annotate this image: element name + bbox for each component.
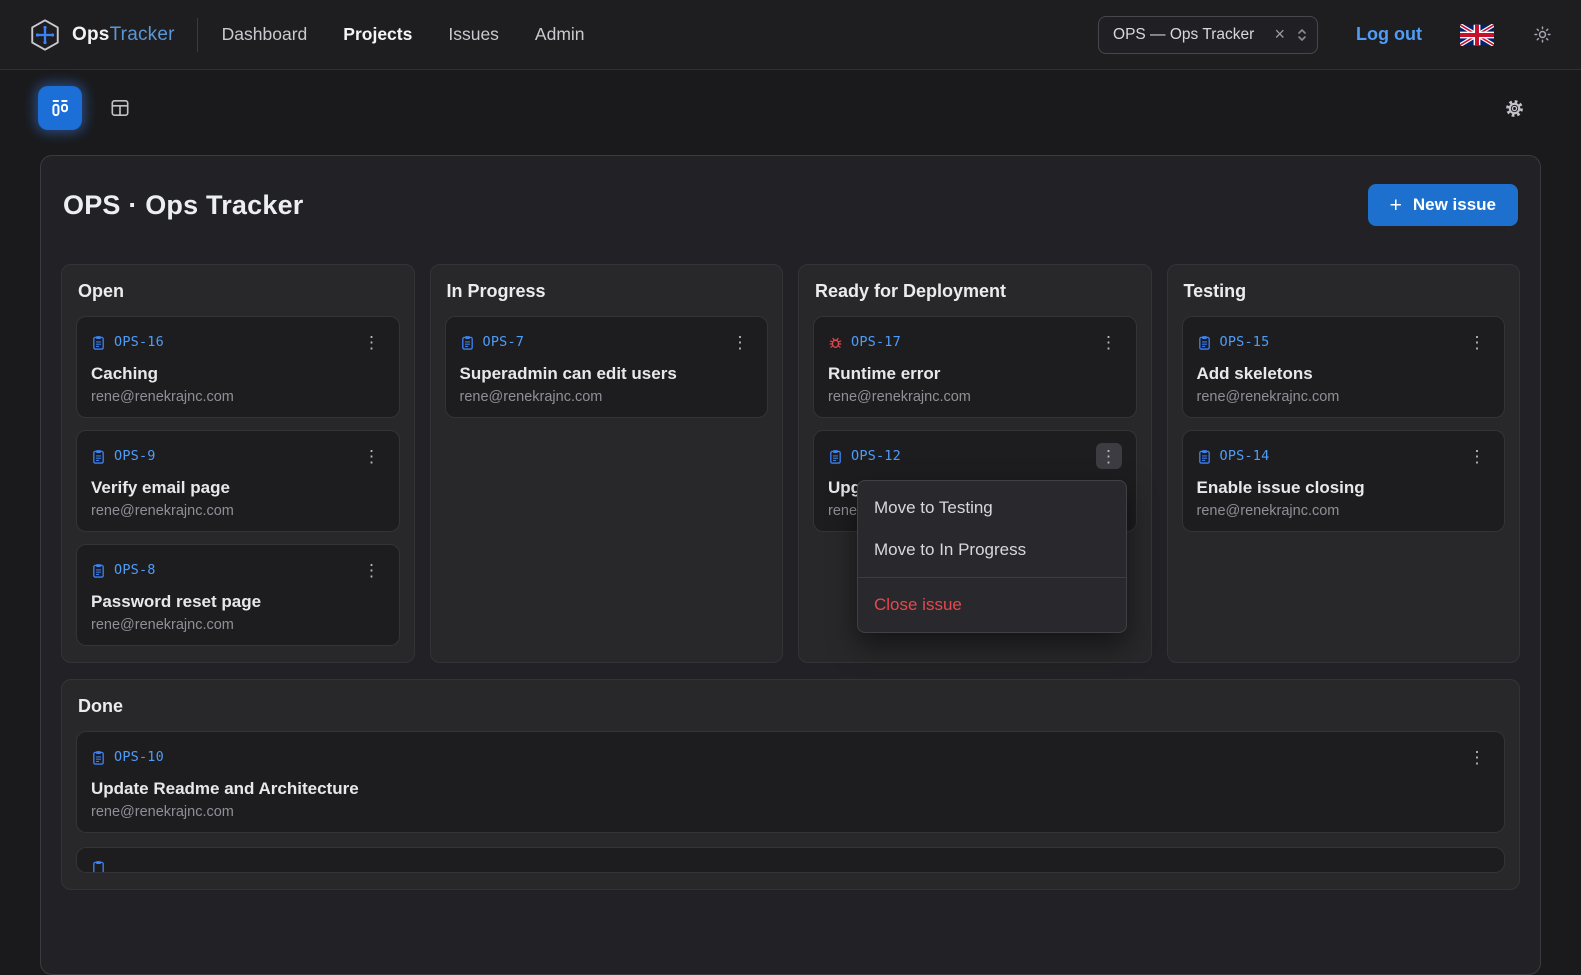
column-open: Open OPS-16 ⋮ Caching rene@renekrajnc.co… xyxy=(61,264,415,663)
issue-id-link[interactable]: OPS-10 xyxy=(91,749,164,765)
issue-card[interactable]: OPS-9 ⋮ Verify email page rene@renekrajn… xyxy=(76,430,400,532)
issue-id-link[interactable]: OPS-17 xyxy=(828,334,901,350)
issue-card[interactable]: OPS-14 ⋮ Enable issue closing rene@renek… xyxy=(1181,430,1505,532)
nav-link-dashboard[interactable]: Dashboard xyxy=(222,24,308,45)
issue-card[interactable]: OPS-8 ⋮ Password reset page rene@renekra… xyxy=(76,544,400,646)
task-icon xyxy=(1197,449,1212,464)
task-icon xyxy=(828,449,843,464)
nav-link-projects[interactable]: Projects xyxy=(343,24,412,45)
kebab-menu-icon[interactable]: ⋮ xyxy=(359,329,385,355)
issue-title: Add skeletons xyxy=(1196,364,1313,383)
issue-assignee: rene@renekrajnc.com xyxy=(91,389,234,405)
task-icon xyxy=(91,750,106,765)
page-title: OPS · Ops Tracker xyxy=(63,189,304,220)
kebab-menu-icon[interactable]: ⋮ xyxy=(1464,329,1490,355)
issue-id-link[interactable]: OPS-8 xyxy=(91,562,156,578)
kanban-columns: Open OPS-16 ⋮ Caching rene@renekrajnc.co… xyxy=(61,264,1520,663)
brand-logo[interactable]: OpsTracker xyxy=(28,18,175,52)
issue-assignee: rene@renekrajnc.com xyxy=(1196,389,1340,405)
column-title: Ready for Deployment xyxy=(815,281,1007,301)
card-context-menu: Move to Testing Move to In Progress Clos… xyxy=(857,480,1127,633)
issue-card-partial[interactable] xyxy=(76,847,1505,873)
issue-card[interactable]: OPS-10 ⋮ Update Readme and Architecture … xyxy=(76,731,1505,833)
issue-id-link[interactable]: OPS-9 xyxy=(91,448,156,464)
column-title: Done xyxy=(78,696,123,716)
column-title: Testing xyxy=(1183,281,1247,301)
nav-link-admin[interactable]: Admin xyxy=(535,24,585,45)
view-toolbar xyxy=(0,70,1581,130)
issue-card[interactable]: OPS-17 ⋮ Runtime error rene@renekrajnc.c… xyxy=(813,316,1137,418)
issue-id-link[interactable]: OPS-7 xyxy=(460,334,525,350)
task-icon xyxy=(91,563,106,578)
kebab-menu-icon[interactable]: ⋮ xyxy=(1464,443,1490,469)
board-panel: OPS · Ops Tracker + New issue Open OPS-1… xyxy=(40,155,1541,975)
bug-icon xyxy=(828,335,843,350)
issue-title: Superadmin can edit users xyxy=(459,364,677,383)
issue-card[interactable]: OPS-16 ⋮ Caching rene@renekrajnc.com xyxy=(76,316,400,418)
issue-title: Verify email page xyxy=(91,478,230,497)
uk-flag-icon[interactable] xyxy=(1460,23,1494,46)
issue-card[interactable]: OPS-7 ⋮ Superadmin can edit users rene@r… xyxy=(444,316,768,418)
menu-item-move-to-testing[interactable]: Move to Testing xyxy=(858,487,1126,529)
menu-item-close-issue[interactable]: Close issue xyxy=(858,584,1126,626)
column-ready-for-deployment: Ready for Deployment OPS-17 ⋮ Runtime er… xyxy=(798,264,1152,663)
logout-link[interactable]: Log out xyxy=(1356,24,1422,45)
issue-assignee: rene@renekrajnc.com xyxy=(828,389,971,405)
issue-id-link[interactable]: OPS-16 xyxy=(91,334,164,350)
kebab-menu-icon[interactable]: ⋮ xyxy=(727,329,753,355)
new-issue-button[interactable]: + New issue xyxy=(1367,184,1518,226)
kebab-menu-icon[interactable]: ⋮ xyxy=(1096,329,1122,355)
task-icon xyxy=(1197,335,1212,350)
chevron-updown-icon xyxy=(1297,27,1307,43)
task-icon xyxy=(91,449,106,464)
issue-id-link[interactable]: OPS-12 xyxy=(828,448,901,464)
issue-id-link[interactable]: OPS-14 xyxy=(1197,448,1270,464)
task-icon xyxy=(91,860,106,872)
main-nav: Dashboard Projects Issues Admin xyxy=(222,24,621,45)
kebab-menu-icon[interactable]: ⋮ xyxy=(359,557,385,583)
column-title: Open xyxy=(78,281,125,301)
plus-icon: + xyxy=(1389,193,1402,217)
board-view-button[interactable] xyxy=(38,86,82,130)
column-done: Done OPS-10 ⋮ Update Readme and Architec… xyxy=(61,679,1520,890)
issue-assignee: rene@renekrajnc.com xyxy=(91,617,234,633)
issue-assignee: rene@renekrajnc.com xyxy=(91,804,234,820)
issue-title: Runtime error xyxy=(828,364,941,383)
column-in-progress: In Progress OPS-7 ⋮ Superadmin can edit … xyxy=(429,264,783,663)
clear-icon[interactable]: × xyxy=(1273,24,1288,45)
task-icon xyxy=(460,335,475,350)
issue-card-menu-open[interactable]: OPS-12 ⋮ Upg rene@renekrajnc.com Move to… xyxy=(813,430,1137,633)
nav-link-issues[interactable]: Issues xyxy=(448,24,499,45)
task-icon xyxy=(91,335,106,350)
settings-gear-icon[interactable] xyxy=(1504,98,1525,119)
kebab-menu-icon[interactable]: ⋮ xyxy=(1464,744,1490,770)
kebab-menu-icon[interactable]: ⋮ xyxy=(359,443,385,469)
issue-id-link[interactable]: OPS-15 xyxy=(1197,334,1270,350)
table-view-button[interactable] xyxy=(98,86,142,130)
issue-assignee: rene@renekrajnc.com xyxy=(459,389,603,405)
theme-sun-icon[interactable] xyxy=(1532,24,1553,45)
nav-divider xyxy=(196,17,198,52)
project-select-value: OPS — Ops Tracker xyxy=(1113,25,1255,43)
issue-title: Password reset page xyxy=(91,592,262,611)
menu-divider xyxy=(858,577,1126,578)
kebab-menu-icon[interactable]: ⋮ xyxy=(1095,443,1122,469)
menu-item-move-to-in-progress[interactable]: Move to In Progress xyxy=(858,529,1126,571)
issue-card[interactable]: OPS-15 ⋮ Add skeletons rene@renekrajnc.c… xyxy=(1181,316,1505,418)
issue-title: Update Readme and Architecture xyxy=(91,779,359,798)
column-testing: Testing OPS-15 ⋮ Add skeletons rene@rene… xyxy=(1166,264,1520,663)
hexagon-cross-icon xyxy=(28,18,62,52)
brand-name: OpsTracker xyxy=(72,23,175,45)
project-select[interactable]: OPS — Ops Tracker × xyxy=(1098,15,1319,54)
issue-title: Enable issue closing xyxy=(1196,478,1365,497)
issue-assignee: rene@renekrajnc.com xyxy=(1196,503,1340,519)
issue-assignee: rene@renekrajnc.com xyxy=(91,503,234,519)
issue-title: Caching xyxy=(91,364,159,383)
navbar: OpsTracker Dashboard Projects Issues Adm… xyxy=(0,0,1581,70)
column-title: In Progress xyxy=(446,281,546,301)
